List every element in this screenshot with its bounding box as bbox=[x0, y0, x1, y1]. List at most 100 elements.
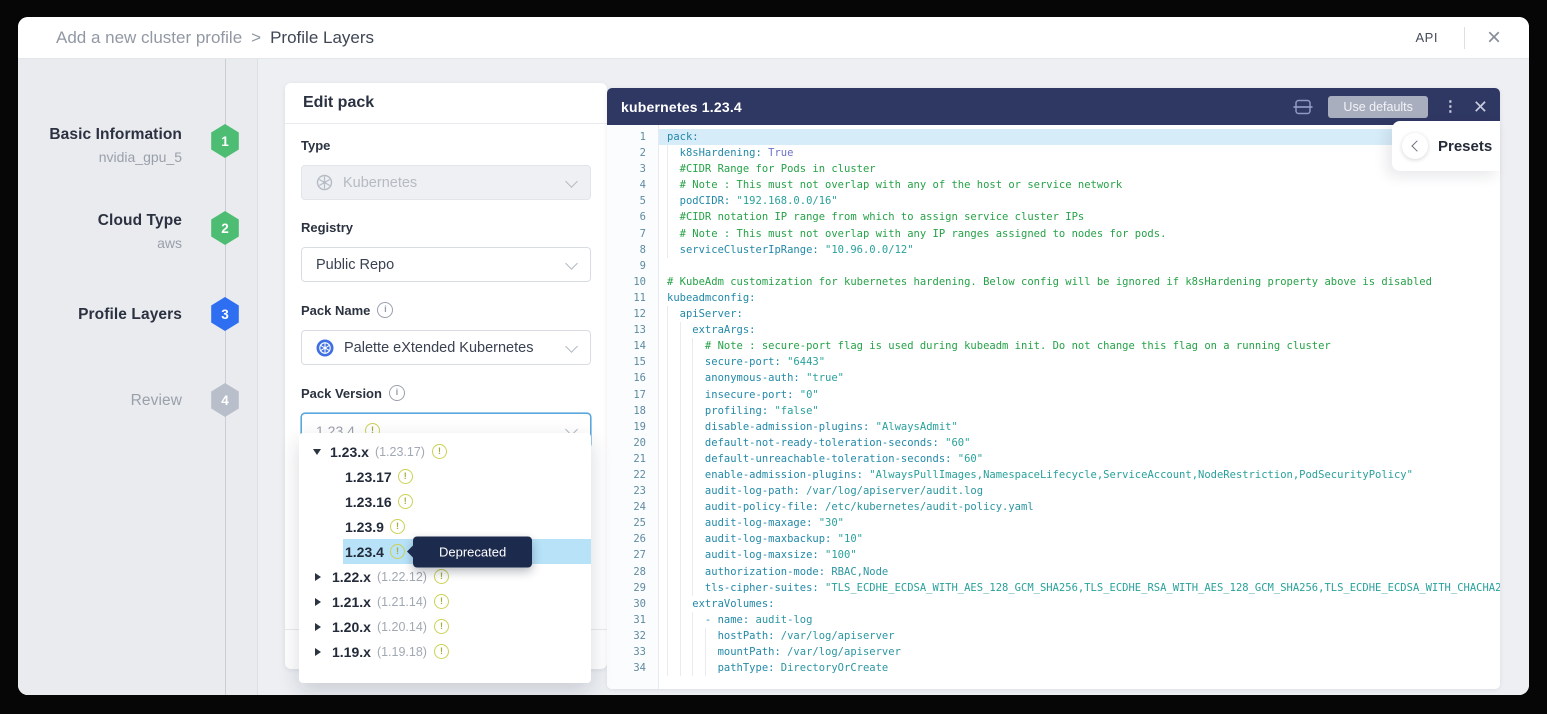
breadcrumb-current: Profile Layers bbox=[270, 28, 374, 48]
step-label: Cloud Type bbox=[18, 212, 182, 230]
caret-right-icon[interactable] bbox=[315, 648, 321, 656]
kebab-menu-icon[interactable]: ⋮ bbox=[1443, 99, 1458, 114]
content-area: Basic Information nvidia_gpu_5 1 Cloud T… bbox=[18, 58, 1529, 695]
version-dropdown: 1.23.x(1.23.17)!1.23.17!1.23.16!1.23.9!1… bbox=[299, 433, 591, 683]
presets-collapse-button[interactable] bbox=[1402, 133, 1428, 159]
code-line-16[interactable]: anonymous-auth: "true" bbox=[659, 370, 1500, 386]
code-line-22[interactable]: enable-admission-plugins: "AlwaysPullIma… bbox=[659, 467, 1500, 483]
code-line-26[interactable]: audit-log-maxbackup: "10" bbox=[659, 531, 1500, 547]
code-line-29[interactable]: tls-cipher-suites: "TLS_ECDHE_ECDSA_WITH… bbox=[659, 580, 1500, 596]
code-line-30[interactable]: extraVolumes: bbox=[659, 596, 1500, 612]
caret-right-icon[interactable] bbox=[315, 598, 321, 606]
code-line-10[interactable]: # KubeAdm customization for kubernetes h… bbox=[659, 274, 1500, 290]
step-number: 2 bbox=[221, 221, 229, 236]
type-label: Type bbox=[301, 138, 330, 153]
registry-label: Registry bbox=[301, 220, 353, 235]
pack-version-label: Pack Version bbox=[301, 386, 382, 401]
version-option-1.20.x[interactable]: 1.20.x(1.20.14)! bbox=[299, 614, 591, 639]
step-number: 3 bbox=[221, 307, 229, 322]
close-icon[interactable]: × bbox=[1465, 26, 1529, 50]
code-line-25[interactable]: audit-log-maxage: "30" bbox=[659, 515, 1500, 531]
version-latest-label: (1.19.18) bbox=[377, 645, 427, 659]
code-line-14[interactable]: # Note : secure-port flag is used during… bbox=[659, 338, 1500, 354]
code-line-28[interactable]: authorization-mode: RBAC,Node bbox=[659, 564, 1500, 580]
code-line-34[interactable]: pathType: DirectoryOrCreate bbox=[659, 660, 1500, 676]
code-line-24[interactable]: audit-policy-file: /etc/kubernetes/audit… bbox=[659, 499, 1500, 515]
version-option-1.23.17[interactable]: 1.23.17! bbox=[299, 464, 591, 489]
registry-value: Public Repo bbox=[316, 257, 394, 273]
step-basic-information[interactable]: Basic Information nvidia_gpu_5 bbox=[18, 126, 182, 165]
code-line-21[interactable]: default-unreachable-toleration-seconds: … bbox=[659, 451, 1500, 467]
step-cloud-type[interactable]: Cloud Type aws bbox=[18, 212, 182, 251]
info-icon[interactable]: i bbox=[377, 302, 393, 318]
edit-pack-title: Edit pack bbox=[285, 83, 607, 124]
top-bar: Add a new cluster profile > Profile Laye… bbox=[18, 17, 1529, 58]
code-line-6[interactable]: #CIDR notation IP range from which to as… bbox=[659, 209, 1500, 225]
caret-right-icon[interactable] bbox=[315, 573, 321, 581]
kubernetes-wheel-icon bbox=[316, 174, 333, 191]
warning-icon: ! bbox=[398, 469, 413, 484]
step-sublabel: aws bbox=[18, 235, 182, 251]
use-defaults-button[interactable]: Use defaults bbox=[1328, 96, 1427, 118]
kubernetes-logo-icon bbox=[316, 339, 334, 357]
yaml-editor-panel: kubernetes 1.23.4 Use defaults ⋮ ✕ 12345… bbox=[607, 88, 1500, 689]
version-option-1.23.x[interactable]: 1.23.x(1.23.17)! bbox=[299, 439, 591, 464]
version-latest-label: (1.22.12) bbox=[377, 570, 427, 584]
code-line-23[interactable]: audit-log-path: /var/log/apiserver/audit… bbox=[659, 483, 1500, 499]
version-option-label: 1.21.x bbox=[332, 594, 371, 610]
breadcrumb-parent[interactable]: Add a new cluster profile bbox=[56, 28, 242, 48]
step-label: Profile Layers bbox=[18, 306, 182, 324]
registry-select[interactable]: Public Repo bbox=[301, 247, 591, 282]
type-select: Kubernetes bbox=[301, 165, 591, 200]
pack-name-select[interactable]: Palette eXtended Kubernetes bbox=[301, 330, 591, 365]
code-line-9[interactable] bbox=[659, 258, 1500, 274]
step-number: 1 bbox=[221, 134, 229, 149]
code-line-31[interactable]: - name: audit-log bbox=[659, 612, 1500, 628]
code-line-5[interactable]: podCIDR: "192.168.0.0/16" bbox=[659, 193, 1500, 209]
code-line-13[interactable]: extraArgs: bbox=[659, 322, 1500, 338]
split-editor-icon[interactable] bbox=[1293, 99, 1313, 115]
info-icon[interactable]: i bbox=[389, 385, 405, 401]
code-line-32[interactable]: hostPath: /var/log/apiserver bbox=[659, 628, 1500, 644]
code-line-8[interactable]: serviceClusterIpRange: "10.96.0.0/12" bbox=[659, 242, 1500, 258]
warning-icon: ! bbox=[398, 494, 413, 509]
code-line-18[interactable]: profiling: "false" bbox=[659, 403, 1500, 419]
code-line-3[interactable]: #CIDR Range for Pods in cluster bbox=[659, 161, 1500, 177]
caret-down-icon[interactable] bbox=[313, 449, 321, 455]
code-line-4[interactable]: # Note : This must not overlap with any … bbox=[659, 177, 1500, 193]
api-link[interactable]: API bbox=[1390, 30, 1464, 45]
code-line-7[interactable]: # Note : This must not overlap with any … bbox=[659, 226, 1500, 242]
version-option-1.23.16[interactable]: 1.23.16! bbox=[299, 489, 591, 514]
caret-right-icon[interactable] bbox=[315, 623, 321, 631]
chevron-down-icon bbox=[565, 175, 578, 188]
code-line-2[interactable]: k8sHardening: True bbox=[659, 145, 1500, 161]
code-line-20[interactable]: default-not-ready-toleration-seconds: "6… bbox=[659, 435, 1500, 451]
presets-title: Presets bbox=[1438, 138, 1492, 155]
breadcrumb: Add a new cluster profile > Profile Laye… bbox=[56, 28, 374, 48]
code-line-12[interactable]: apiServer: bbox=[659, 306, 1500, 322]
code-lines[interactable]: pack: k8sHardening: True #CIDR Range for… bbox=[659, 125, 1500, 689]
code-line-33[interactable]: mountPath: /var/log/apiserver bbox=[659, 644, 1500, 660]
version-option-1.23.4[interactable]: 1.23.4!Deprecated bbox=[299, 539, 591, 564]
version-option-label: 1.23.16 bbox=[345, 494, 392, 510]
step-profile-layers[interactable]: Profile Layers bbox=[18, 306, 182, 324]
pack-name-value: Palette eXtended Kubernetes bbox=[344, 340, 533, 356]
code-line-17[interactable]: insecure-port: "0" bbox=[659, 387, 1500, 403]
version-latest-label: (1.23.17) bbox=[375, 445, 425, 459]
code-line-1[interactable]: pack: bbox=[659, 129, 1500, 145]
step-label: Basic Information bbox=[18, 126, 182, 144]
version-option-1.21.x[interactable]: 1.21.x(1.21.14)! bbox=[299, 589, 591, 614]
version-option-label: 1.23.17 bbox=[345, 469, 392, 485]
code-line-11[interactable]: kubeadmconfig: bbox=[659, 290, 1500, 306]
code-area[interactable]: 1234567891011121314151617181920212223242… bbox=[607, 125, 1500, 689]
code-line-15[interactable]: secure-port: "6443" bbox=[659, 354, 1500, 370]
editor-close-icon[interactable]: ✕ bbox=[1473, 98, 1488, 116]
deprecated-tooltip: Deprecated bbox=[413, 536, 532, 567]
warning-icon: ! bbox=[434, 569, 449, 584]
warning-icon: ! bbox=[434, 594, 449, 609]
step-review[interactable]: Review bbox=[18, 392, 182, 410]
version-option-1.22.x[interactable]: 1.22.x(1.22.12)! bbox=[299, 564, 591, 589]
code-line-27[interactable]: audit-log-maxsize: "100" bbox=[659, 547, 1500, 563]
version-option-1.19.x[interactable]: 1.19.x(1.19.18)! bbox=[299, 639, 591, 664]
code-line-19[interactable]: disable-admission-plugins: "AlwaysAdmit" bbox=[659, 419, 1500, 435]
